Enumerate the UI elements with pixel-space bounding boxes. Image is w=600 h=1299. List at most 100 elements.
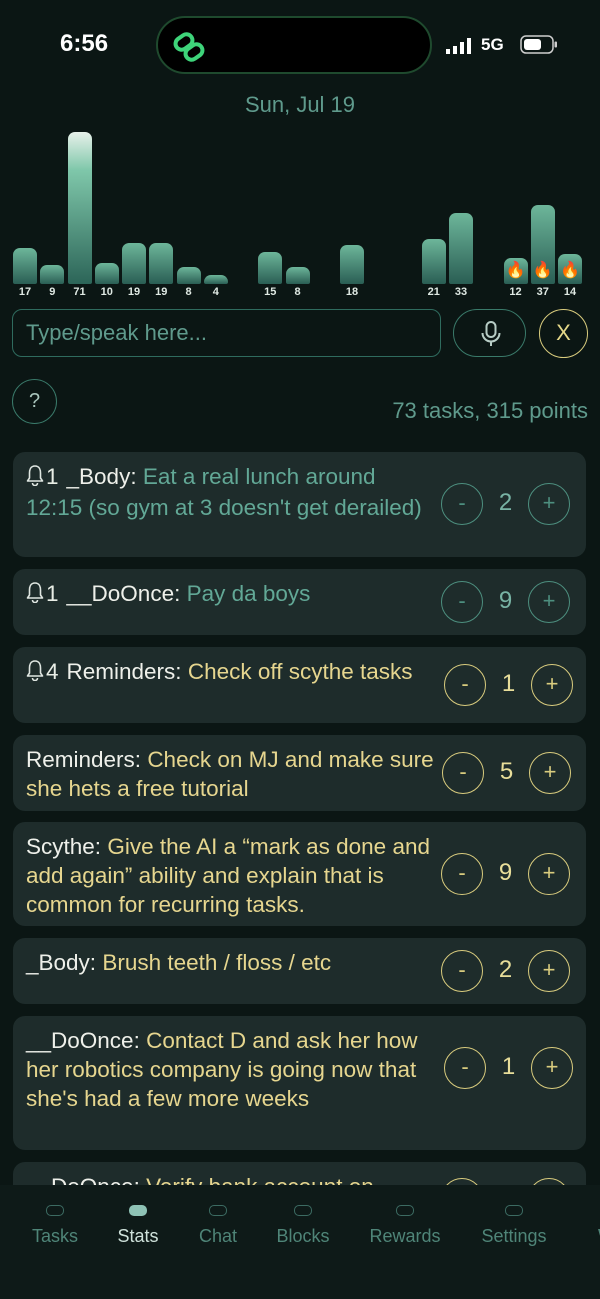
tab-label: Stats — [117, 1226, 159, 1246]
close-button[interactable]: X — [539, 309, 588, 358]
chart-bar — [122, 243, 146, 284]
tab-blocks[interactable]: Blocks — [258, 1205, 348, 1247]
decrement-button[interactable]: - — [441, 581, 483, 623]
increment-button[interactable]: + — [528, 950, 570, 992]
task-title: Check off scythe tasks — [187, 659, 413, 684]
task-text: Reminders: Check on MJ and make sure she… — [26, 745, 436, 803]
tab-label: Blocks — [276, 1226, 330, 1246]
task-title: Verify bank account on — [146, 1174, 374, 1185]
signal-icon — [446, 38, 471, 54]
task-text: _Body: Brush teeth / floss / etc — [26, 948, 436, 977]
tab-icon — [294, 1205, 312, 1216]
mic-button[interactable] — [453, 309, 526, 357]
chart-bar — [13, 247, 37, 284]
reminder-count: 1 — [46, 581, 59, 606]
points-stepper: -2 + — [441, 950, 587, 994]
increment-button[interactable]: + — [528, 853, 570, 895]
tab-icon — [129, 1205, 147, 1216]
battery-icon — [520, 35, 557, 54]
tab-chat[interactable]: Chat — [173, 1205, 263, 1247]
decrement-button[interactable]: - — [444, 1047, 486, 1089]
chart-bar — [421, 239, 446, 284]
decrement-button[interactable]: - — [442, 752, 484, 794]
task-input[interactable]: Type/speak here... — [12, 309, 441, 357]
points-stepper: -+ — [441, 1178, 587, 1185]
points-value: 9 — [498, 587, 513, 614]
tab-label: Rewards — [369, 1226, 441, 1246]
increment-button[interactable]: + — [531, 1047, 573, 1089]
date-label: Sun, Jul 19 — [244, 92, 356, 117]
task-title: Pay da boys — [186, 581, 311, 606]
task-card[interactable]: Scythe: Give the AI a “mark as done and … — [13, 822, 586, 926]
tab-w[interactable]: W — [555, 1205, 600, 1247]
network-label: 5G — [481, 35, 504, 54]
task-summary: 73 tasks, 315 points — [392, 398, 588, 423]
microphone-icon — [481, 321, 501, 346]
tab-tasks[interactable]: Tasks — [10, 1205, 100, 1247]
decrement-button[interactable]: - — [441, 853, 483, 895]
decrement-button[interactable]: - — [441, 950, 483, 992]
increment-button[interactable]: + — [528, 581, 570, 623]
chart-bar-label: 37 — [536, 286, 549, 298]
reminder-count: 1 — [46, 464, 59, 489]
chart-bar-label: 17 — [18, 286, 32, 298]
tab-bar: Tasks Stats Chat Blocks Rewards Settings W — [0, 1185, 600, 1299]
chart-bar-label: 10 — [100, 286, 113, 298]
decrement-button[interactable]: - — [441, 483, 483, 525]
chart-bar — [340, 245, 364, 284]
dynamic-island — [156, 16, 432, 74]
decrement-button[interactable]: - — [444, 664, 486, 706]
points-stepper: -1 + — [444, 664, 590, 708]
task-category: __DoOnce: — [26, 1028, 140, 1053]
bell-icon — [26, 581, 44, 610]
points-value: 2 — [498, 956, 513, 983]
points-value: 1 — [501, 670, 516, 697]
points-value: 5 — [499, 758, 514, 785]
task-card[interactable]: 4 Reminders: Check off scythe tasks -1 + — [13, 647, 586, 723]
task-card[interactable]: Reminders: Check on MJ and make sure she… — [13, 735, 586, 811]
task-card[interactable]: 1 _Body: Eat a real lunch around 12:15 (s… — [13, 452, 586, 557]
chart-bar — [67, 132, 92, 284]
task-title: Brush teeth / floss / etc — [102, 950, 332, 975]
reminder-count: 4 — [46, 659, 59, 684]
points-stepper: -9 + — [441, 853, 587, 897]
tab-rewards[interactable]: Rewards — [360, 1205, 450, 1247]
tab-label: Chat — [198, 1226, 238, 1246]
task-text: 1 __DoOnce: Pay da boys — [26, 579, 426, 610]
task-category: __DoOnce: — [66, 581, 181, 606]
task-text: 1 _Body: Eat a real lunch around 12:15 (s… — [26, 462, 426, 522]
chart-bar — [203, 275, 228, 284]
chart-bar — [285, 266, 310, 284]
chart-bar-label: 15 — [264, 286, 277, 298]
tab-icon — [209, 1205, 227, 1216]
chart-bar — [94, 262, 119, 284]
task-card[interactable]: __DoOnce: Contact D and ask her how her … — [13, 1016, 586, 1150]
increment-button[interactable]: + — [529, 752, 571, 794]
task-card[interactable]: _Body: Brush teeth / floss / etc -2 + — [13, 938, 586, 1004]
chart-bar-label: 9 — [49, 286, 56, 298]
points-value: 1 — [501, 1053, 516, 1080]
chart-bar-label: 12 — [509, 286, 522, 298]
task-category: Scythe: — [26, 834, 102, 859]
chart-bar — [40, 264, 65, 284]
points-stepper: -5 + — [442, 752, 588, 796]
task-text: __DoOnce: Contact D and ask her how her … — [26, 1026, 436, 1113]
increment-button[interactable]: + — [531, 664, 573, 706]
increment-button[interactable]: + — [528, 483, 570, 525]
task-list[interactable]: 1 _Body: Eat a real lunch around 12:15 (s… — [0, 452, 600, 1185]
task-card[interactable]: __DoOnce: Verify bank account on-+ — [13, 1162, 586, 1185]
chart-bar-label: 8 — [294, 286, 301, 298]
tab-settings[interactable]: Settings — [469, 1205, 559, 1247]
increment-button[interactable]: + — [528, 1178, 570, 1185]
chart-bar — [149, 243, 174, 284]
tab-stats[interactable]: Stats — [93, 1205, 183, 1247]
task-card[interactable]: 1 __DoOnce: Pay da boys -9 + — [13, 569, 586, 635]
status-time: 6:56 — [60, 30, 109, 57]
chart-bar-label: 19 — [127, 286, 141, 298]
bell-icon — [26, 659, 44, 688]
chart-bar — [176, 266, 201, 284]
chart-bar-label: 14 — [563, 286, 577, 298]
decrement-button[interactable]: - — [441, 1178, 483, 1185]
help-button[interactable]: ? — [12, 379, 57, 424]
fire-icon: 🔥 — [532, 262, 553, 279]
